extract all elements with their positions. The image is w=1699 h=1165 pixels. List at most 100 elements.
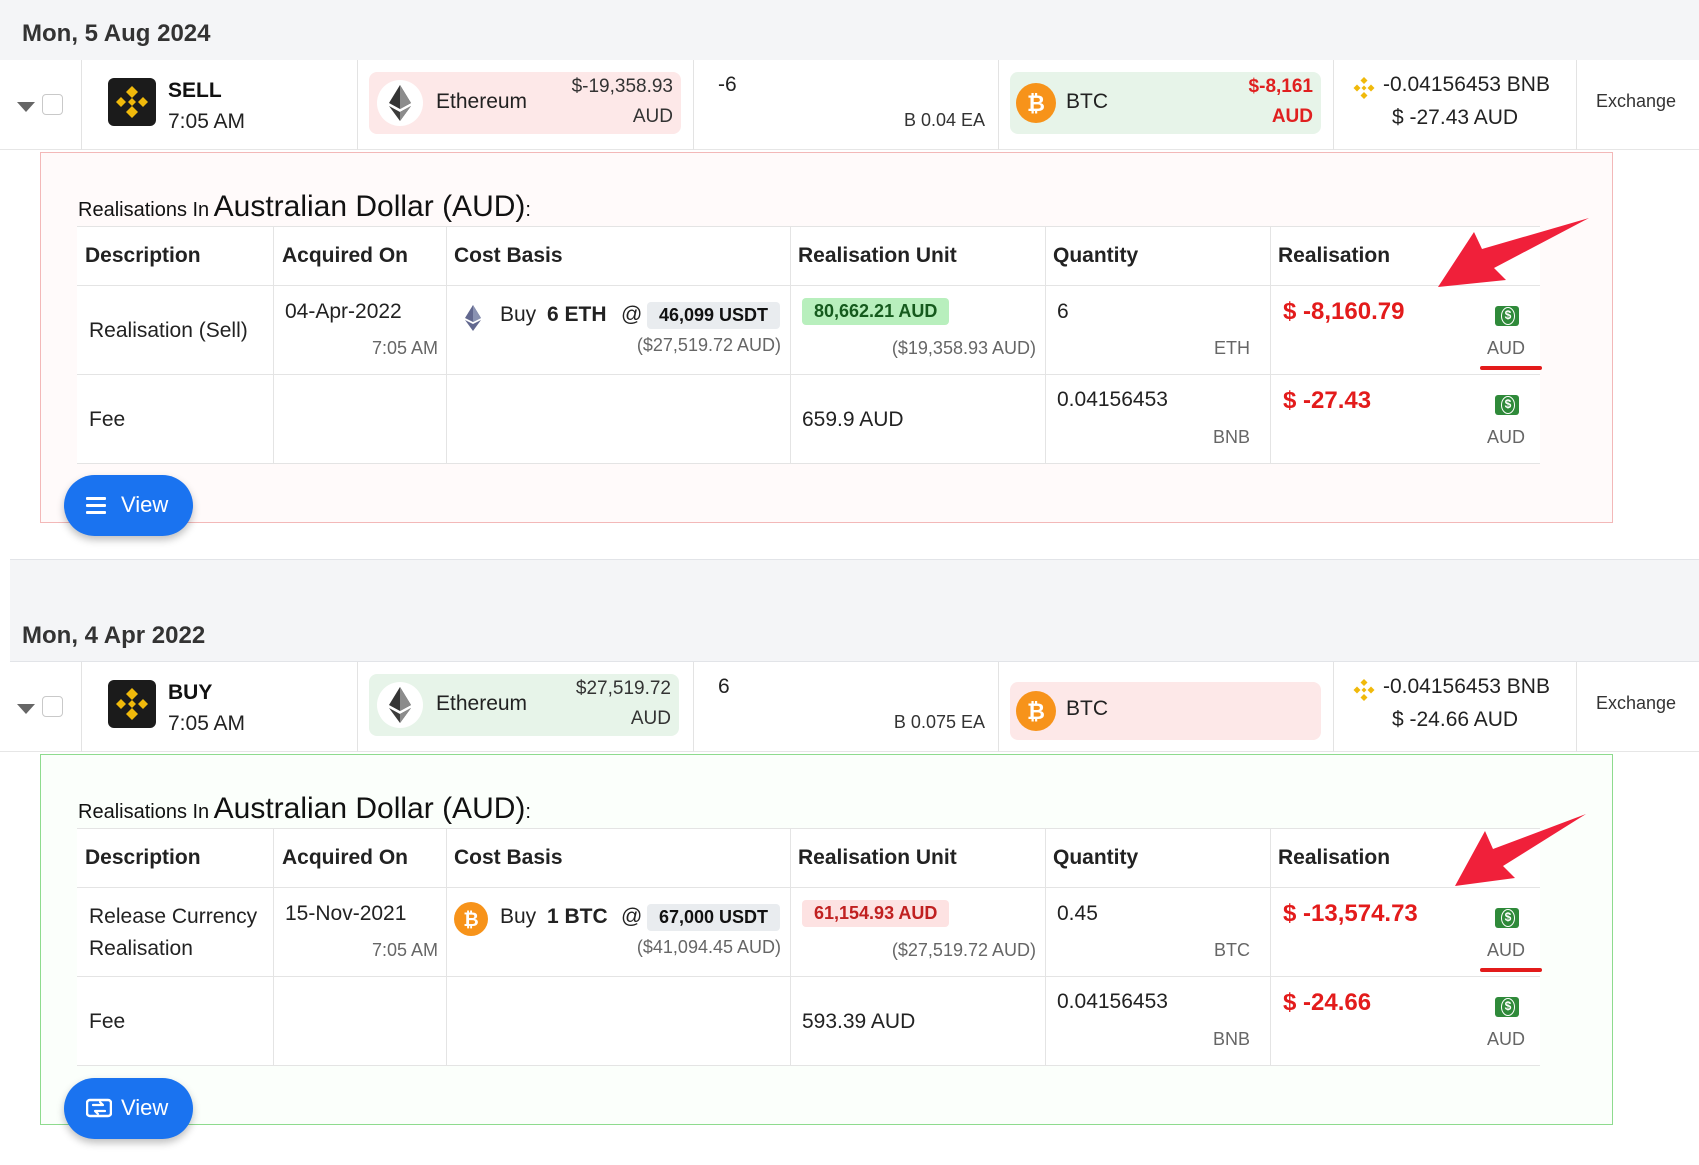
received-asset-name: BTC: [1066, 697, 1108, 720]
view-button[interactable]: View: [64, 1078, 193, 1139]
sent-asset-name: Ethereum: [436, 692, 528, 715]
column-divider: [790, 977, 791, 1065]
sent-asset-pill[interactable]: Ethereum $-19,358.93 AUD: [369, 72, 681, 134]
exchange-icon: [85, 1097, 113, 1125]
fee-amount: -0.04156453 BNB: [1383, 675, 1550, 698]
column-divider: [1270, 227, 1271, 285]
cell-divider: [1333, 662, 1334, 752]
row-select-checkbox[interactable]: [42, 94, 63, 115]
cost-basis-at: @: [621, 303, 643, 326]
transaction-side: BUY: [168, 681, 213, 704]
fee-amount: -0.04156453 BNB: [1383, 73, 1550, 96]
bnb-icon: [1351, 677, 1377, 703]
row-description-line-1: Release Currency: [89, 905, 258, 928]
date-header: Mon, 4 Apr 2022: [10, 598, 1699, 662]
realisation-prefix: Realisations In: [78, 801, 210, 823]
column-divider: [273, 829, 274, 887]
sent-asset-pill[interactable]: Ethereum $27,519.72 AUD: [369, 674, 679, 736]
row-acquired-date: 04-Apr-2022: [285, 300, 402, 323]
sent-asset-value: $-19,358.93: [571, 76, 673, 97]
date-header: Mon, 5 Aug 2024: [0, 0, 1699, 64]
fee-value: $ -27.43 AUD: [1392, 106, 1519, 129]
header-cost-basis: Cost Basis: [454, 846, 563, 869]
row-quantity-unit: BNB: [1212, 427, 1250, 447]
row-quantity: 0.04156453: [1057, 388, 1168, 411]
received-asset-value: $-8,161: [1248, 76, 1313, 97]
header-description: Description: [85, 846, 201, 869]
transaction-time: 7:05 AM: [168, 110, 246, 133]
column-divider: [273, 286, 274, 374]
chevron-down-icon[interactable]: [17, 704, 35, 714]
column-divider: [273, 227, 274, 285]
header-realisation-unit: Realisation Unit: [798, 846, 957, 869]
transaction-row[interactable]: SELL 7:05 AM Ethereum $-19,358.93 AUD -6…: [0, 60, 1699, 150]
cell-divider: [81, 60, 82, 150]
cost-basis-buy: Buy: [500, 905, 537, 928]
column-divider: [446, 227, 447, 285]
view-button[interactable]: View: [64, 475, 193, 536]
cost-basis-quantity: 1 BTC: [547, 905, 608, 928]
money-bill-icon: [1495, 306, 1519, 326]
sent-asset-name: Ethereum: [436, 90, 528, 113]
bitcoin-icon: ₿: [1016, 83, 1056, 123]
sent-asset-currency: AUD: [630, 708, 671, 729]
realisation-panel: Realisations In Australian Dollar (AUD):…: [40, 152, 1613, 523]
column-divider: [790, 829, 791, 887]
column-divider: [1270, 286, 1271, 374]
column-divider: [1270, 375, 1271, 463]
sent-asset-currency: AUD: [632, 106, 673, 127]
cell-divider: [998, 60, 999, 150]
header-realisation: Realisation: [1278, 846, 1391, 869]
money-bill-icon: [1495, 908, 1519, 928]
bitcoin-icon: ₿: [1016, 691, 1056, 731]
bnb-icon: [1351, 75, 1377, 101]
header-acquired-on: Acquired On: [282, 244, 409, 267]
svg-text:₿: ₿: [463, 909, 478, 931]
realisation-unit-value: 593.39 AUD: [802, 1010, 916, 1033]
transaction-quantity: -6: [718, 73, 737, 96]
fee-value: $ -24.66 AUD: [1392, 708, 1519, 731]
row-quantity: 6: [1057, 300, 1069, 323]
realisation-suffix: :: [525, 199, 531, 221]
row-description-line-2: Realisation: [89, 937, 193, 960]
column-divider: [1270, 888, 1271, 976]
cost-basis-at: @: [621, 905, 643, 928]
red-arrow-annotation: [1438, 218, 1589, 287]
row-realisation-currency: AUD: [1487, 338, 1526, 358]
transaction-rate: B 0.075 EA: [893, 712, 985, 732]
received-asset-name: BTC: [1066, 90, 1108, 113]
cell-divider: [1576, 662, 1577, 752]
received-asset-pill[interactable]: ₿ BTC $-8,161 AUD: [1010, 72, 1321, 134]
cell-divider: [1576, 60, 1577, 150]
cost-basis-price-tag: 67,000 USDT: [647, 904, 781, 931]
header-realisation: Realisation: [1278, 244, 1391, 267]
column-divider: [1270, 829, 1271, 887]
received-asset-pill[interactable]: ₿ BTC: [1010, 682, 1321, 740]
chevron-down-icon[interactable]: [17, 102, 35, 112]
header-description: Description: [85, 244, 201, 267]
row-acquired-date: 15-Nov-2021: [285, 902, 407, 925]
ethereum-icon: [463, 304, 483, 337]
currency-underline-annotation: [1480, 366, 1542, 370]
realisation-panel: Realisations In Australian Dollar (AUD):…: [40, 754, 1613, 1125]
cost-basis-quantity: 6 ETH: [547, 303, 607, 326]
bitcoin-icon: ₿: [454, 902, 488, 936]
realisation-unit-aud: ($19,358.93 AUD): [891, 338, 1036, 358]
column-divider: [446, 888, 447, 976]
realisation-heading: Realisations In Australian Dollar (AUD):: [78, 190, 531, 224]
realisation-unit-value: 659.9 AUD: [802, 408, 904, 431]
table-row: Fee 593.39 AUD 0.04156453 BNB $ -24.66 A…: [77, 977, 1540, 1066]
ethereum-icon: [377, 80, 423, 126]
realisation-heading: Realisations In Australian Dollar (AUD):: [78, 792, 531, 826]
table-header: Description Acquired On Cost Basis Reali…: [77, 226, 1540, 286]
view-button-label: View: [121, 492, 169, 517]
row-select-checkbox[interactable]: [42, 696, 63, 717]
column-divider: [1045, 888, 1046, 976]
header-cost-basis: Cost Basis: [454, 244, 563, 267]
ethereum-icon: [377, 682, 423, 728]
cell-divider: [1333, 60, 1334, 150]
column-divider: [273, 888, 274, 976]
transaction-row[interactable]: BUY 7:05 AM Ethereum $27,519.72 AUD 6 B …: [0, 662, 1699, 752]
row-quantity: 0.04156453: [1057, 990, 1168, 1013]
row-description: Fee: [89, 408, 126, 431]
